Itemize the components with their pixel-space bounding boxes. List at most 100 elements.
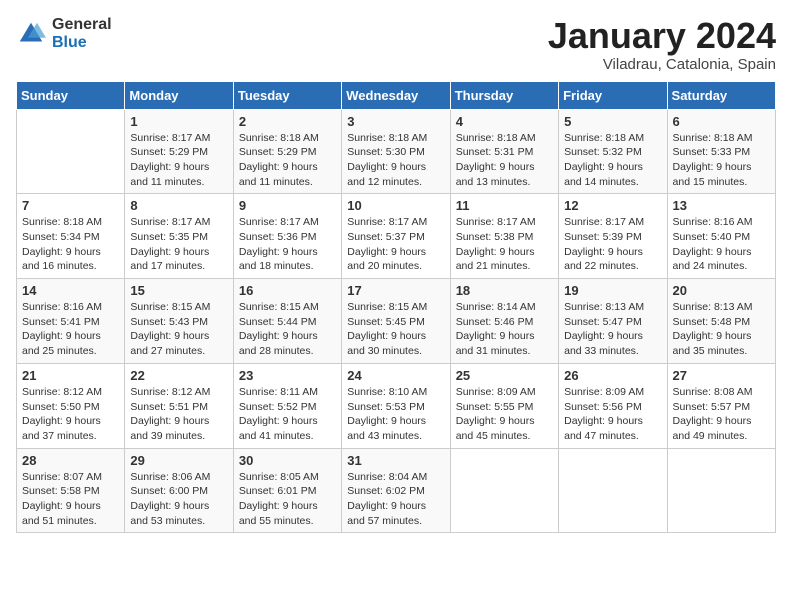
day-info: Sunrise: 8:18 AMSunset: 5:33 PMDaylight:… xyxy=(673,132,753,188)
day-info: Sunrise: 8:09 AMSunset: 5:56 PMDaylight:… xyxy=(564,386,644,442)
calendar-day-cell: 6 Sunrise: 8:18 AMSunset: 5:33 PMDayligh… xyxy=(667,109,775,194)
day-info: Sunrise: 8:18 AMSunset: 5:29 PMDaylight:… xyxy=(239,132,319,188)
calendar-day-cell xyxy=(667,448,775,533)
calendar-day-cell: 17 Sunrise: 8:15 AMSunset: 5:45 PMDaylig… xyxy=(342,279,450,364)
weekday-header-cell: Saturday xyxy=(667,81,775,109)
day-number: 10 xyxy=(347,198,444,213)
calendar-day-cell: 29 Sunrise: 8:06 AMSunset: 6:00 PMDaylig… xyxy=(125,448,233,533)
day-number: 15 xyxy=(130,283,227,298)
calendar-week-row: 1 Sunrise: 8:17 AMSunset: 5:29 PMDayligh… xyxy=(17,109,776,194)
calendar-day-cell: 26 Sunrise: 8:09 AMSunset: 5:56 PMDaylig… xyxy=(559,363,667,448)
logo: General Blue xyxy=(16,16,112,51)
calendar-day-cell: 13 Sunrise: 8:16 AMSunset: 5:40 PMDaylig… xyxy=(667,194,775,279)
day-number: 19 xyxy=(564,283,661,298)
calendar-day-cell xyxy=(559,448,667,533)
calendar-day-cell xyxy=(17,109,125,194)
day-info: Sunrise: 8:16 AMSunset: 5:41 PMDaylight:… xyxy=(22,301,102,357)
day-info: Sunrise: 8:17 AMSunset: 5:39 PMDaylight:… xyxy=(564,216,644,272)
calendar-day-cell: 10 Sunrise: 8:17 AMSunset: 5:37 PMDaylig… xyxy=(342,194,450,279)
weekday-header-cell: Wednesday xyxy=(342,81,450,109)
calendar-day-cell: 27 Sunrise: 8:08 AMSunset: 5:57 PMDaylig… xyxy=(667,363,775,448)
day-number: 22 xyxy=(130,368,227,383)
day-info: Sunrise: 8:11 AMSunset: 5:52 PMDaylight:… xyxy=(239,386,318,442)
weekday-header-cell: Thursday xyxy=(450,81,558,109)
day-number: 18 xyxy=(456,283,553,298)
day-info: Sunrise: 8:08 AMSunset: 5:57 PMDaylight:… xyxy=(673,386,753,442)
day-info: Sunrise: 8:12 AMSunset: 5:51 PMDaylight:… xyxy=(130,386,210,442)
calendar-day-cell: 11 Sunrise: 8:17 AMSunset: 5:38 PMDaylig… xyxy=(450,194,558,279)
calendar-day-cell: 20 Sunrise: 8:13 AMSunset: 5:48 PMDaylig… xyxy=(667,279,775,364)
day-number: 31 xyxy=(347,453,444,468)
calendar-day-cell: 28 Sunrise: 8:07 AMSunset: 5:58 PMDaylig… xyxy=(17,448,125,533)
page-header: General Blue January 2024 Viladrau, Cata… xyxy=(16,16,776,73)
calendar-day-cell: 22 Sunrise: 8:12 AMSunset: 5:51 PMDaylig… xyxy=(125,363,233,448)
day-number: 13 xyxy=(673,198,770,213)
calendar-day-cell: 3 Sunrise: 8:18 AMSunset: 5:30 PMDayligh… xyxy=(342,109,450,194)
calendar-day-cell: 21 Sunrise: 8:12 AMSunset: 5:50 PMDaylig… xyxy=(17,363,125,448)
calendar-day-cell: 14 Sunrise: 8:16 AMSunset: 5:41 PMDaylig… xyxy=(17,279,125,364)
day-info: Sunrise: 8:13 AMSunset: 5:47 PMDaylight:… xyxy=(564,301,644,357)
day-number: 24 xyxy=(347,368,444,383)
calendar-day-cell: 2 Sunrise: 8:18 AMSunset: 5:29 PMDayligh… xyxy=(233,109,341,194)
day-number: 21 xyxy=(22,368,119,383)
title-block: January 2024 Viladrau, Catalonia, Spain xyxy=(548,16,776,73)
calendar-day-cell: 8 Sunrise: 8:17 AMSunset: 5:35 PMDayligh… xyxy=(125,194,233,279)
day-number: 4 xyxy=(456,114,553,129)
day-number: 26 xyxy=(564,368,661,383)
day-number: 9 xyxy=(239,198,336,213)
day-info: Sunrise: 8:07 AMSunset: 5:58 PMDaylight:… xyxy=(22,471,102,527)
day-number: 25 xyxy=(456,368,553,383)
day-info: Sunrise: 8:17 AMSunset: 5:35 PMDaylight:… xyxy=(130,216,210,272)
day-info: Sunrise: 8:15 AMSunset: 5:45 PMDaylight:… xyxy=(347,301,427,357)
calendar-day-cell: 7 Sunrise: 8:18 AMSunset: 5:34 PMDayligh… xyxy=(17,194,125,279)
day-info: Sunrise: 8:18 AMSunset: 5:30 PMDaylight:… xyxy=(347,132,427,188)
calendar-day-cell: 5 Sunrise: 8:18 AMSunset: 5:32 PMDayligh… xyxy=(559,109,667,194)
weekday-header-cell: Sunday xyxy=(17,81,125,109)
day-number: 11 xyxy=(456,198,553,213)
calendar-day-cell: 12 Sunrise: 8:17 AMSunset: 5:39 PMDaylig… xyxy=(559,194,667,279)
day-info: Sunrise: 8:16 AMSunset: 5:40 PMDaylight:… xyxy=(673,216,753,272)
day-info: Sunrise: 8:09 AMSunset: 5:55 PMDaylight:… xyxy=(456,386,536,442)
calendar-day-cell: 9 Sunrise: 8:17 AMSunset: 5:36 PMDayligh… xyxy=(233,194,341,279)
calendar-week-row: 21 Sunrise: 8:12 AMSunset: 5:50 PMDaylig… xyxy=(17,363,776,448)
weekday-header-cell: Friday xyxy=(559,81,667,109)
day-info: Sunrise: 8:10 AMSunset: 5:53 PMDaylight:… xyxy=(347,386,427,442)
month-title: January 2024 xyxy=(548,16,776,56)
day-info: Sunrise: 8:12 AMSunset: 5:50 PMDaylight:… xyxy=(22,386,102,442)
day-number: 23 xyxy=(239,368,336,383)
day-info: Sunrise: 8:14 AMSunset: 5:46 PMDaylight:… xyxy=(456,301,536,357)
day-info: Sunrise: 8:18 AMSunset: 5:34 PMDaylight:… xyxy=(22,216,102,272)
day-number: 30 xyxy=(239,453,336,468)
weekday-header-row: SundayMondayTuesdayWednesdayThursdayFrid… xyxy=(17,81,776,109)
calendar-week-row: 14 Sunrise: 8:16 AMSunset: 5:41 PMDaylig… xyxy=(17,279,776,364)
calendar-week-row: 7 Sunrise: 8:18 AMSunset: 5:34 PMDayligh… xyxy=(17,194,776,279)
calendar-body: 1 Sunrise: 8:17 AMSunset: 5:29 PMDayligh… xyxy=(17,109,776,533)
day-info: Sunrise: 8:05 AMSunset: 6:01 PMDaylight:… xyxy=(239,471,319,527)
day-info: Sunrise: 8:13 AMSunset: 5:48 PMDaylight:… xyxy=(673,301,753,357)
day-info: Sunrise: 8:18 AMSunset: 5:32 PMDaylight:… xyxy=(564,132,644,188)
day-number: 1 xyxy=(130,114,227,129)
weekday-header-cell: Monday xyxy=(125,81,233,109)
day-info: Sunrise: 8:15 AMSunset: 5:44 PMDaylight:… xyxy=(239,301,319,357)
day-number: 6 xyxy=(673,114,770,129)
calendar-day-cell: 24 Sunrise: 8:10 AMSunset: 5:53 PMDaylig… xyxy=(342,363,450,448)
day-number: 2 xyxy=(239,114,336,129)
calendar-day-cell: 15 Sunrise: 8:15 AMSunset: 5:43 PMDaylig… xyxy=(125,279,233,364)
day-number: 16 xyxy=(239,283,336,298)
day-number: 28 xyxy=(22,453,119,468)
day-info: Sunrise: 8:18 AMSunset: 5:31 PMDaylight:… xyxy=(456,132,536,188)
day-number: 29 xyxy=(130,453,227,468)
calendar-day-cell: 25 Sunrise: 8:09 AMSunset: 5:55 PMDaylig… xyxy=(450,363,558,448)
calendar-day-cell: 31 Sunrise: 8:04 AMSunset: 6:02 PMDaylig… xyxy=(342,448,450,533)
weekday-header-cell: Tuesday xyxy=(233,81,341,109)
calendar-day-cell: 1 Sunrise: 8:17 AMSunset: 5:29 PMDayligh… xyxy=(125,109,233,194)
logo-blue: Blue xyxy=(52,34,112,52)
calendar-day-cell: 30 Sunrise: 8:05 AMSunset: 6:01 PMDaylig… xyxy=(233,448,341,533)
day-info: Sunrise: 8:06 AMSunset: 6:00 PMDaylight:… xyxy=(130,471,210,527)
day-info: Sunrise: 8:17 AMSunset: 5:37 PMDaylight:… xyxy=(347,216,427,272)
day-number: 20 xyxy=(673,283,770,298)
location-title: Viladrau, Catalonia, Spain xyxy=(548,56,776,73)
logo-general: General xyxy=(52,16,112,34)
logo-icon xyxy=(16,19,46,49)
calendar-day-cell: 18 Sunrise: 8:14 AMSunset: 5:46 PMDaylig… xyxy=(450,279,558,364)
